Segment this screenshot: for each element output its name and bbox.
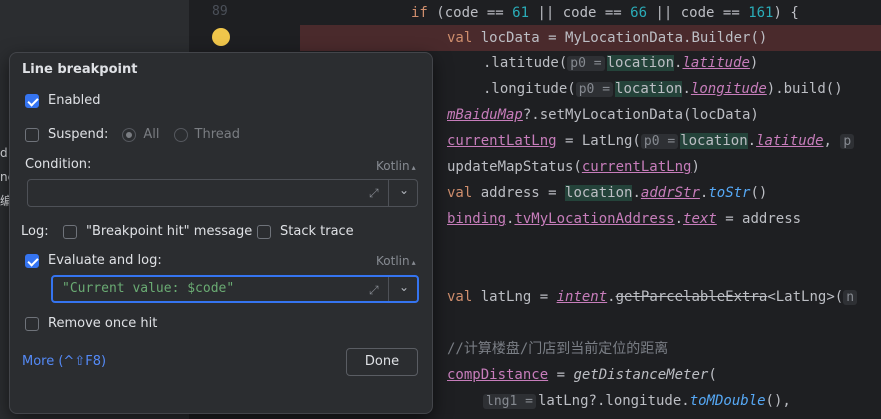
suspend-thread-radio[interactable] xyxy=(173,127,188,142)
inlay-hint: p xyxy=(840,134,855,149)
code-line: val address = location.addrStr.toStr() xyxy=(447,185,768,201)
remove-once-hit-checkbox[interactable] xyxy=(25,316,39,331)
evaluate-language: Kotlin xyxy=(376,254,410,268)
condition-language: Kotlin xyxy=(376,159,410,173)
expand-icon[interactable]: ⤢ xyxy=(369,283,383,297)
code-line: .latitude(p0 = location.latitude) xyxy=(483,55,759,71)
log-message-label: "Breakpoint hit" message xyxy=(86,224,253,239)
enabled-option[interactable]: Enabled xyxy=(25,93,101,108)
inlay-hint: p0 = xyxy=(575,82,614,97)
log-message-checkbox[interactable] xyxy=(63,224,77,239)
field-divider xyxy=(388,180,389,206)
evaluate-option[interactable]: Evaluate and log: xyxy=(25,253,162,268)
remove-once-hit-label: Remove once hit xyxy=(48,316,158,331)
field-divider xyxy=(388,277,389,301)
dialog-title: Line breakpoint xyxy=(22,62,138,77)
expand-icon[interactable]: ⤢ xyxy=(369,186,383,200)
evaluate-value: "Current value: $code" xyxy=(62,281,235,296)
done-button[interactable]: Done xyxy=(346,348,418,376)
evaluate-label: Evaluate and log: xyxy=(48,253,162,268)
code-line: if (code == 61 || code == 66 || code == … xyxy=(411,5,799,21)
evaluate-checkbox[interactable] xyxy=(25,253,39,268)
remove-once-hit-option[interactable]: Remove once hit xyxy=(25,316,157,331)
log-label: Log: xyxy=(21,224,49,239)
more-link[interactable]: More (^⇧F8) xyxy=(22,354,106,369)
code-line: mBaiduMap?.setMyLocationData(locData) xyxy=(447,107,759,123)
line-number: 89 xyxy=(212,4,228,19)
suspend-thread-label: Thread xyxy=(194,127,240,142)
enabled-label: Enabled xyxy=(48,93,101,108)
stack-trace-label: Stack trace xyxy=(280,224,354,239)
suspend-option[interactable]: Suspend: All Thread xyxy=(25,127,240,142)
panel-text-fragment: d xyxy=(0,146,8,160)
line-breakpoint-dialog: Line breakpoint Enabled Suspend: All Thr… xyxy=(9,52,433,414)
stack-trace-option[interactable]: Stack trace xyxy=(257,224,354,239)
log-message-option[interactable]: "Breakpoint hit" message xyxy=(63,224,252,239)
inlay-hint: p0 = xyxy=(640,134,679,149)
condition-language-selector[interactable]: Kotlin ▴ xyxy=(376,159,416,173)
code-line: binding.tvMyLocationAddress.text = addre… xyxy=(447,211,802,227)
enabled-checkbox[interactable] xyxy=(25,93,39,108)
chevron-down-icon[interactable]: ⌄ xyxy=(399,183,409,197)
breakpoint-icon[interactable] xyxy=(212,28,230,46)
inlay-hint: p0 = xyxy=(567,56,605,71)
suspend-label: Suspend: xyxy=(48,127,109,142)
condition-label: Condition: xyxy=(25,157,92,172)
suspend-all-label: All xyxy=(143,127,160,142)
suspend-all-radio[interactable] xyxy=(122,127,137,142)
code-line: val latLng = intent.getParcelableExtra<L… xyxy=(447,284,859,310)
code-line: val locData = MyLocationData.Builder() xyxy=(447,30,768,46)
evaluate-language-selector[interactable]: Kotlin ▴ xyxy=(376,254,416,268)
stack-trace-checkbox[interactable] xyxy=(257,224,271,239)
suspend-checkbox[interactable] xyxy=(25,127,39,142)
code-line: .longitude(p0 = location.longitude).build… xyxy=(483,81,843,97)
code-line: currentLatLng = LatLng(p0 = location.lati… xyxy=(447,128,856,154)
code-line: compDistance = getDistanceMeter( xyxy=(447,367,717,383)
inlay-hint: n xyxy=(843,290,858,305)
evaluate-input[interactable]: "Current value: $code" ⤢ ⌄ xyxy=(51,275,419,303)
code-line: lng1 = latLng?.longitude.toMDouble(), xyxy=(483,388,791,414)
code-line: //计算楼盘/门店到当前定位的距离 xyxy=(447,341,669,357)
inlay-hint: lng1 = xyxy=(483,394,536,409)
code-line: updateMapStatus(currentLatLng) xyxy=(447,159,700,175)
condition-input[interactable]: ⤢ ⌄ xyxy=(27,179,418,207)
chevron-down-icon[interactable]: ⌄ xyxy=(399,280,409,294)
